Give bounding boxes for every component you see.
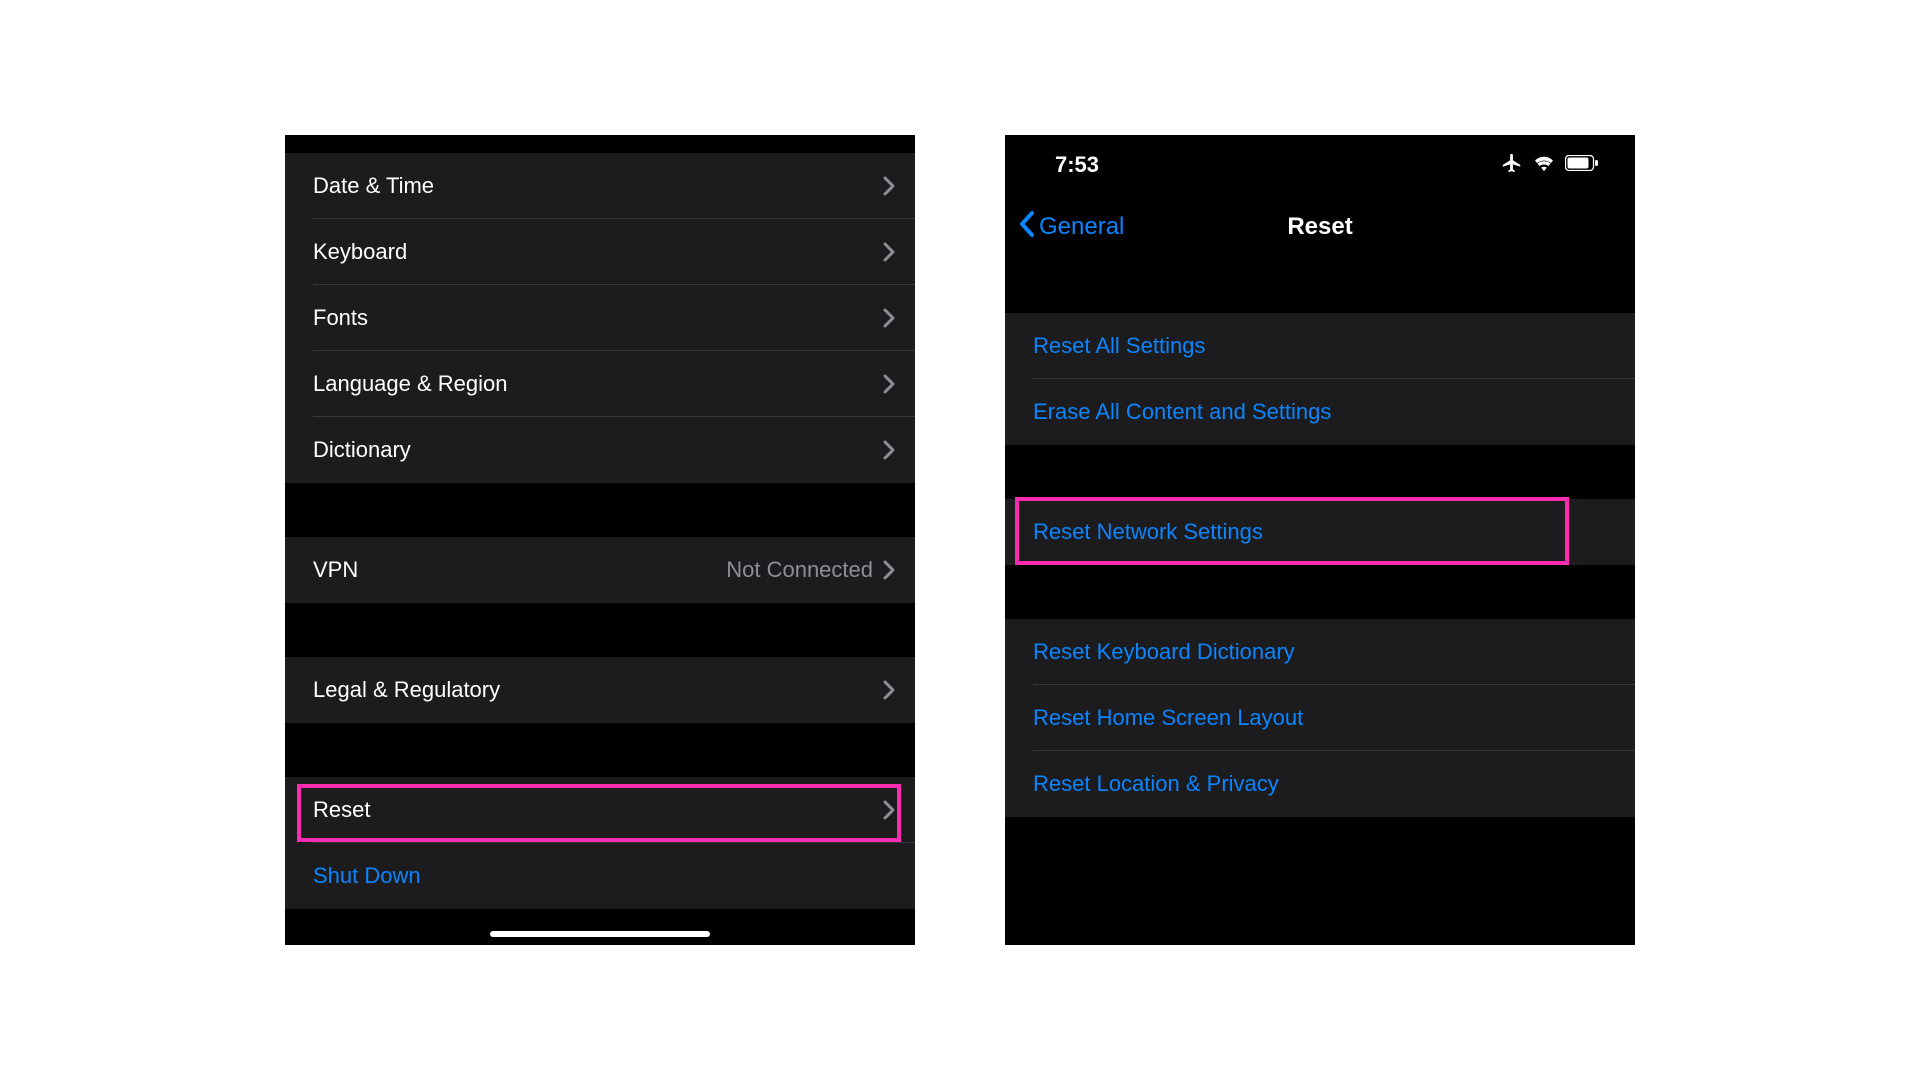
back-label: General	[1039, 213, 1124, 241]
row-reset-location-privacy[interactable]: Reset Location & Privacy	[1005, 751, 1635, 817]
battery-icon	[1565, 155, 1599, 176]
settings-group-legal: Legal & Regulatory	[285, 657, 915, 723]
row-label: VPN	[313, 557, 726, 583]
group-gap	[285, 603, 915, 657]
status-icons	[1501, 152, 1599, 179]
row-language-region[interactable]: Language & Region	[285, 351, 915, 417]
group-gap	[1005, 565, 1635, 619]
back-button[interactable]: General	[1019, 211, 1124, 244]
row-label: Reset Network Settings	[1033, 519, 1615, 545]
chevron-right-icon	[883, 680, 895, 700]
wifi-icon	[1533, 154, 1555, 177]
reset-group-main: Reset All Settings Erase All Content and…	[1005, 313, 1635, 445]
group-gap	[1005, 259, 1635, 313]
status-time: 7:53	[1055, 152, 1099, 178]
row-reset-home-screen-layout[interactable]: Reset Home Screen Layout	[1005, 685, 1635, 751]
nav-bar: General Reset	[1005, 195, 1635, 259]
group-gap	[285, 483, 915, 537]
chevron-left-icon	[1019, 211, 1035, 244]
chevron-right-icon	[883, 560, 895, 580]
phone-reset-settings: 7:53 General Reset	[1005, 135, 1635, 945]
row-label: Keyboard	[313, 239, 883, 265]
row-label: Language & Region	[313, 371, 883, 397]
chevron-right-icon	[883, 800, 895, 820]
row-fonts[interactable]: Fonts	[285, 285, 915, 351]
row-label: Shut Down	[313, 863, 895, 889]
chevron-right-icon	[883, 308, 895, 328]
row-label: Reset Location & Privacy	[1033, 771, 1615, 797]
row-label: Erase All Content and Settings	[1033, 399, 1615, 425]
settings-group-system: Reset Shut Down	[285, 777, 915, 909]
reset-group-network: Reset Network Settings	[1005, 499, 1635, 565]
row-label: Reset Home Screen Layout	[1033, 705, 1615, 731]
row-value: Not Connected	[726, 557, 873, 583]
row-shut-down[interactable]: Shut Down	[285, 843, 915, 909]
row-label: Date & Time	[313, 173, 883, 199]
row-vpn[interactable]: VPN Not Connected	[285, 537, 915, 603]
row-label: Reset	[313, 797, 883, 823]
settings-group-locale: Date & Time Keyboard Fonts Language & Re…	[285, 153, 915, 483]
row-label: Reset All Settings	[1033, 333, 1615, 359]
group-gap	[1005, 445, 1635, 499]
group-gap	[285, 723, 915, 777]
row-label: Fonts	[313, 305, 883, 331]
row-erase-all-content[interactable]: Erase All Content and Settings	[1005, 379, 1635, 445]
chevron-right-icon	[883, 440, 895, 460]
chevron-right-icon	[883, 374, 895, 394]
home-indicator	[490, 931, 710, 937]
row-label: Legal & Regulatory	[313, 677, 883, 703]
top-gap	[285, 135, 915, 153]
row-reset-network-settings[interactable]: Reset Network Settings	[1005, 499, 1635, 565]
status-bar: 7:53	[1005, 135, 1635, 195]
chevron-right-icon	[883, 242, 895, 262]
row-dictionary[interactable]: Dictionary	[285, 417, 915, 483]
row-label: Reset Keyboard Dictionary	[1033, 639, 1615, 665]
settings-group-vpn: VPN Not Connected	[285, 537, 915, 603]
chevron-right-icon	[883, 176, 895, 196]
screenshot-pair: Date & Time Keyboard Fonts Language & Re…	[0, 0, 1920, 1080]
reset-group-other: Reset Keyboard Dictionary Reset Home Scr…	[1005, 619, 1635, 817]
row-reset[interactable]: Reset	[285, 777, 915, 843]
row-keyboard[interactable]: Keyboard	[285, 219, 915, 285]
row-reset-all-settings[interactable]: Reset All Settings	[1005, 313, 1635, 379]
phone-general-settings: Date & Time Keyboard Fonts Language & Re…	[285, 135, 915, 945]
row-date-time[interactable]: Date & Time	[285, 153, 915, 219]
airplane-mode-icon	[1501, 152, 1523, 179]
row-legal-regulatory[interactable]: Legal & Regulatory	[285, 657, 915, 723]
row-label: Dictionary	[313, 437, 883, 463]
row-reset-keyboard-dictionary[interactable]: Reset Keyboard Dictionary	[1005, 619, 1635, 685]
